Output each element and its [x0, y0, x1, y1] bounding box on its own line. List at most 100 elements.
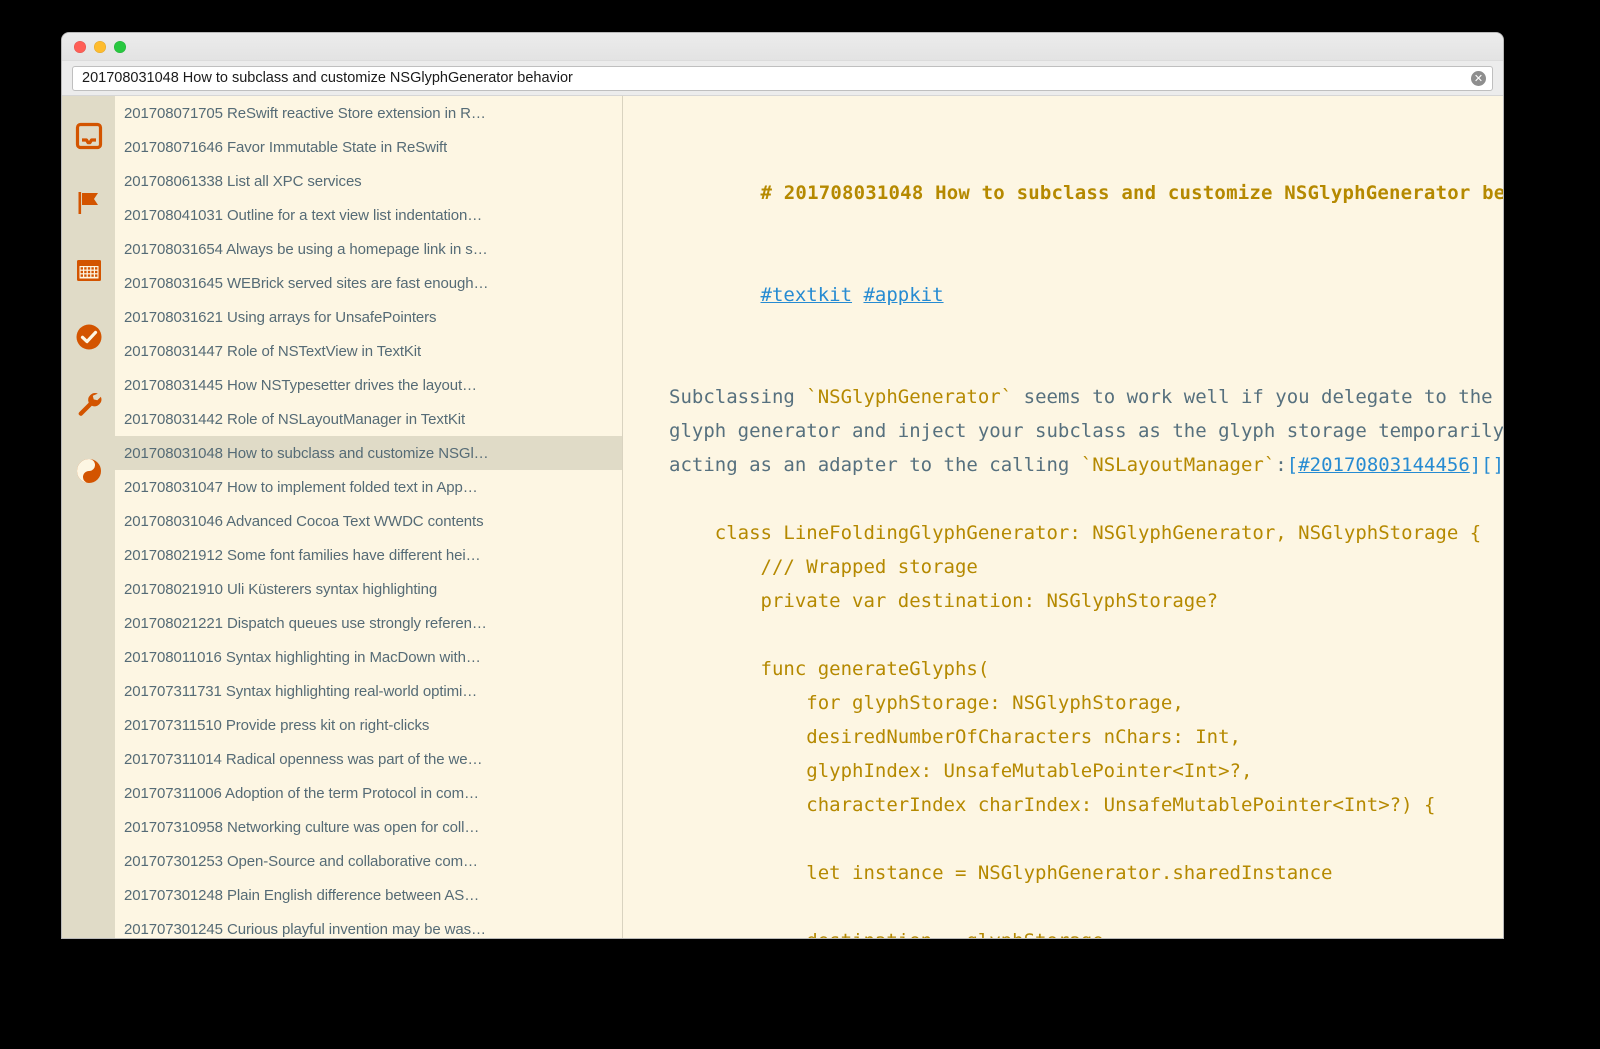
note-list-item-title: 201708031046 Advanced Cocoa Text WWDC co…	[124, 512, 484, 530]
note-list-item-title: 201708011016 Syntax highlighting in MacD…	[124, 648, 481, 666]
note-list-item[interactable]: 201708031047 How to implement folded tex…	[115, 470, 622, 504]
note-list-item-title: 201708041031 Outline for a text view lis…	[124, 206, 483, 224]
code-line: characterIndex charIndex: UnsafeMutableP…	[669, 794, 1436, 816]
check-circle-icon	[75, 323, 103, 351]
code-line: destination = glyphStorage	[669, 924, 1503, 938]
note-list-item-title: 201708071705 ReSwift reactive Store exte…	[124, 104, 486, 122]
flag-icon	[75, 189, 103, 217]
note-list-item-title: 201707311006 Adoption of the term Protoc…	[124, 784, 479, 802]
sidebar-item-calendar[interactable]	[62, 236, 115, 303]
code-line: func generateGlyphs(	[669, 658, 990, 680]
note-list-item-title: 201707301245 Curious playful invention m…	[124, 920, 486, 938]
code-line: for glyphStorage: NSGlyphStorage,	[669, 692, 1184, 714]
note-editor[interactable]: # 201708031048 How to subclass and custo…	[623, 96, 1503, 938]
paragraph-line-1: Subclassing `NSGlyphGenerator` seems to …	[669, 386, 1503, 408]
note-list-item-title: 201708031442 Role of NSLayoutManager in …	[124, 410, 466, 428]
paragraph-line-3: acting as an adapter to the calling `NSL…	[669, 448, 1503, 482]
note-list-item[interactable]: 201708011016 Syntax highlighting in MacD…	[115, 640, 622, 674]
note-list-item[interactable]: 201707311014 Radical openness was part o…	[115, 742, 622, 776]
wrench-icon	[75, 390, 103, 418]
note-list-item-title: 201708021221 Dispatch queues use strongl…	[124, 614, 487, 632]
note-list-item[interactable]: 201708021221 Dispatch queues use strongl…	[115, 606, 622, 640]
search-field[interactable]: 201708031048 How to subclass and customi…	[72, 65, 1493, 91]
note-list-item[interactable]: 201707311510 Provide press kit on right-…	[115, 708, 622, 742]
note-tags: #textkit #appkit	[669, 244, 1503, 346]
close-window-button[interactable]	[74, 41, 86, 53]
note-list-item-title: 201707311510 Provide press kit on right-…	[124, 716, 430, 734]
tag-textkit[interactable]: #textkit	[761, 284, 853, 306]
window-titlebar	[62, 33, 1503, 61]
paragraph-line-2: glyph generator and inject your subclass…	[669, 420, 1503, 442]
window-body: 201708071705 ReSwift reactive Store exte…	[62, 96, 1503, 938]
sidebar-item-flagged[interactable]	[62, 169, 115, 236]
note-list-item[interactable]: 201708071705 ReSwift reactive Store exte…	[115, 96, 622, 130]
note-list-item-title: 201707311731 Syntax highlighting real-wo…	[124, 682, 478, 700]
icon-sidebar	[62, 96, 115, 938]
note-list-item-title: 201708031047 How to implement folded tex…	[124, 478, 478, 496]
note-heading: # 201708031048 How to subclass and custo…	[760, 182, 1503, 204]
note-list-item[interactable]: 201708021912 Some font families have dif…	[115, 538, 622, 572]
clear-search-icon[interactable]: ✕	[1471, 70, 1486, 86]
note-list-item[interactable]: 201708061338 List all XPC services	[115, 164, 622, 198]
note-list-item[interactable]: 201707301248 Plain English difference be…	[115, 878, 622, 912]
calendar-icon	[75, 256, 103, 284]
sidebar-item-tools[interactable]	[62, 370, 115, 437]
app-window: 201708031048 How to subclass and customi…	[62, 33, 1503, 938]
note-list-item[interactable]: 201708041031 Outline for a text view lis…	[115, 198, 622, 232]
code-line: class LineFoldingGlyphGenerator: NSGlyph…	[669, 522, 1482, 544]
code-line: private var destination: NSGlyphStorage?	[669, 590, 1219, 612]
note-list-item[interactable]: 201708031445 How NSTypesetter drives the…	[115, 368, 622, 402]
note-list-item[interactable]: 201708031621 Using arrays for UnsafePoin…	[115, 300, 622, 334]
tag-appkit[interactable]: #appkit	[863, 284, 943, 306]
code-block: class LineFoldingGlyphGenerator: NSGlyph…	[669, 516, 1503, 938]
note-list-item[interactable]: 201708031447 Role of NSTextView in TextK…	[115, 334, 622, 368]
note-list-item-title: 201707301253 Open-Source and collaborati…	[124, 852, 478, 870]
code-line: let instance = NSGlyphGenerator.sharedIn…	[669, 862, 1333, 884]
note-reference-link[interactable]: #20170803144456	[1298, 454, 1470, 476]
circle-split-icon	[75, 457, 103, 485]
code-line: desiredNumberOfCharacters nChars: Int,	[669, 726, 1241, 748]
note-list-item-title: 201708071646 Favor Immutable State in Re…	[124, 138, 448, 156]
note-list-item[interactable]: 201708031046 Advanced Cocoa Text WWDC co…	[115, 504, 622, 538]
zoom-window-button[interactable]	[114, 41, 126, 53]
note-list-item[interactable]: 201708031048 How to subclass and customi…	[115, 436, 622, 470]
search-toolbar: 201708031048 How to subclass and customi…	[62, 61, 1503, 96]
note-list-item[interactable]: 201708031645 WEBrick served sites are fa…	[115, 266, 622, 300]
note-list-item-title: 201707310958 Networking culture was open…	[124, 818, 480, 836]
note-list-item-title: 201708021910 Uli Küsterers syntax highli…	[124, 580, 438, 598]
note-list-item[interactable]: 201708071646 Favor Immutable State in Re…	[115, 130, 622, 164]
sidebar-item-inbox[interactable]	[62, 102, 115, 169]
note-list-item[interactable]: 201707311731 Syntax highlighting real-wo…	[115, 674, 622, 708]
note-list-item-title: 201708021912 Some font families have dif…	[124, 546, 481, 564]
note-list-item-title: 201708061338 List all XPC services	[124, 172, 362, 190]
code-line: /// Wrapped storage	[669, 556, 978, 578]
note-list-item[interactable]: 201707311006 Adoption of the term Protoc…	[115, 776, 622, 810]
note-list-item[interactable]: 201708021910 Uli Küsterers syntax highli…	[115, 572, 622, 606]
note-list-item-title: 201708031621 Using arrays for UnsafePoin…	[124, 308, 437, 326]
sidebar-item-archive[interactable]	[62, 437, 115, 504]
note-list-item-title: 201707311014 Radical openness was part o…	[124, 750, 483, 768]
note-list-item[interactable]: 201707310958 Networking culture was open…	[115, 810, 622, 844]
note-list-item[interactable]: 201708031654 Always be using a homepage …	[115, 232, 622, 266]
note-list-item-title: 201708031645 WEBrick served sites are fa…	[124, 274, 489, 292]
note-list-item-title: 201708031048 How to subclass and customi…	[124, 444, 489, 462]
note-list-item-title: 201707301248 Plain English difference be…	[124, 886, 480, 904]
note-list-item-title: 201708031447 Role of NSTextView in TextK…	[124, 342, 422, 360]
note-list-item-title: 201708031654 Always be using a homepage …	[124, 240, 488, 258]
note-list-item[interactable]: 201707301245 Curious playful invention m…	[115, 912, 622, 938]
note-list-item[interactable]: 201707301253 Open-Source and collaborati…	[115, 844, 622, 878]
note-list-item[interactable]: 201708031442 Role of NSLayoutManager in …	[115, 402, 622, 436]
code-line: glyphIndex: UnsafeMutablePointer<Int>?,	[669, 760, 1253, 782]
sidebar-item-done[interactable]	[62, 303, 115, 370]
minimize-window-button[interactable]	[94, 41, 106, 53]
note-list[interactable]: 201708071705 ReSwift reactive Store exte…	[115, 96, 623, 938]
tag-separator	[852, 284, 863, 306]
search-input[interactable]: 201708031048 How to subclass and customi…	[82, 71, 1471, 86]
note-list-item-title: 201708031445 How NSTypesetter drives the…	[124, 376, 477, 394]
inbox-icon	[75, 122, 103, 150]
